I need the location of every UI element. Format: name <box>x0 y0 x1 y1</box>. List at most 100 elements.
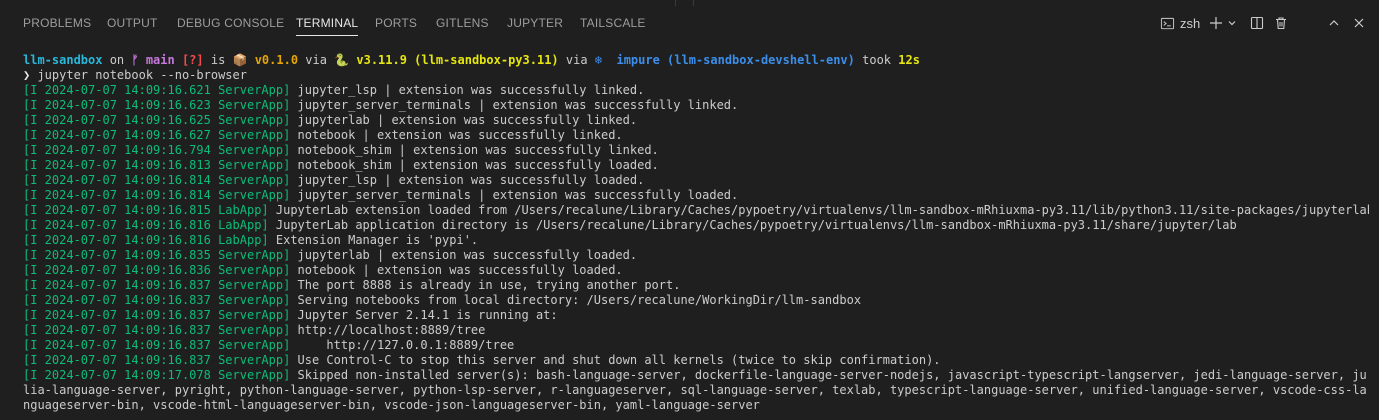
log-tag: [I 2024-07-07 14:09:16.814 ServerApp] <box>23 188 291 202</box>
nix-shell: impure (llm-sandbox-devshell-env) <box>602 53 855 67</box>
log-tag: [I 2024-07-07 14:09:17.078 ServerApp] <box>23 368 291 382</box>
log-line: [I 2024-07-07 14:09:16.621 ServerApp] ju… <box>23 83 1369 98</box>
split-terminal-button[interactable] <box>1248 12 1266 34</box>
tab-gitlens[interactable]: GITLENS <box>436 0 489 44</box>
prompt-text: took <box>854 53 899 67</box>
tab-jupyter[interactable]: JUPYTER <box>507 0 563 44</box>
tab-tailscale[interactable]: TAILSCALE <box>580 0 646 44</box>
log-tag: [I 2024-07-07 14:09:16.816 LabApp] <box>23 218 269 232</box>
log-message: JupyterLab application directory is /Use… <box>268 218 1237 232</box>
log-message: Use Control-C to stop this server and sh… <box>290 353 941 367</box>
log-tag: [I 2024-07-07 14:09:16.837 ServerApp] <box>23 338 291 352</box>
log-message: jupyterlab | extension was successfully … <box>290 113 638 127</box>
log-line: [I 2024-07-07 14:09:16.837 ServerApp] Se… <box>23 293 1369 308</box>
log-line: [I 2024-07-07 14:09:16.837 ServerApp] ht… <box>23 323 1369 338</box>
log-line: [I 2024-07-07 14:09:16.794 ServerApp] no… <box>23 143 1369 158</box>
log-message: Serving notebooks from local directory: … <box>290 293 862 307</box>
new-terminal-button[interactable] <box>1207 12 1225 34</box>
log-tag: [I 2024-07-07 14:09:16.814 ServerApp] <box>23 173 291 187</box>
tab-output[interactable]: OUTPUT <box>107 0 158 44</box>
panel-tab-bar: PROBLEMS OUTPUT DEBUG CONSOLE TERMINAL P… <box>0 0 1379 44</box>
terminal-output[interactable]: llm-sandbox on ᚠ main [?] is 📦 v0.1.0 vi… <box>23 53 1369 413</box>
log-tag: [I 2024-07-07 14:09:16.837 ServerApp] <box>23 293 291 307</box>
log-tag: [I 2024-07-07 14:09:16.623 ServerApp] <box>23 98 291 112</box>
tab-debug-console[interactable]: DEBUG CONSOLE <box>177 0 284 44</box>
command-text: jupyter notebook --no-browser <box>30 68 247 82</box>
command-duration: 12s <box>898 53 920 67</box>
log-message: notebook_shim | extension was successful… <box>290 143 659 157</box>
log-tag: [I 2024-07-07 14:09:16.816 LabApp] <box>23 233 269 247</box>
chevron-down-icon <box>1227 18 1237 28</box>
log-tag: [I 2024-07-07 14:09:16.837 ServerApp] <box>23 323 291 337</box>
terminal-icon <box>1160 16 1175 31</box>
git-branch-icon: ᚠ <box>131 53 139 67</box>
package-version: v0.1.0 <box>247 53 299 67</box>
log-message: The port 8888 is already in use, trying … <box>290 278 681 292</box>
log-line: [I 2024-07-07 14:09:16.627 ServerApp] no… <box>23 128 1369 143</box>
divider <box>693 0 694 6</box>
launch-profile-button[interactable] <box>1226 12 1238 34</box>
split-icon <box>1250 16 1264 30</box>
divider <box>675 0 676 6</box>
shell-prompt-line: llm-sandbox on ᚠ main [?] is 📦 v0.1.0 vi… <box>23 53 1369 68</box>
log-line: [I 2024-07-07 14:09:16.815 LabApp] Jupyt… <box>23 203 1369 218</box>
tab-problems[interactable]: PROBLEMS <box>23 0 91 44</box>
log-tag: [I 2024-07-07 14:09:16.813 ServerApp] <box>23 158 291 172</box>
tab-ports[interactable]: PORTS <box>375 0 417 44</box>
terminal-shell-selector[interactable]: zsh <box>1160 12 1204 34</box>
log-line: [I 2024-07-07 14:09:16.814 ServerApp] ju… <box>23 188 1369 203</box>
log-message: notebook | extension was successfully li… <box>290 128 623 142</box>
log-message: jupyter_lsp | extension was successfully… <box>290 83 645 97</box>
kill-terminal-button[interactable] <box>1272 12 1290 34</box>
package-icon: 📦 <box>232 53 248 67</box>
command-line: ❯ jupyter notebook --no-browser <box>23 68 1369 83</box>
log-line: [I 2024-07-07 14:09:16.836 ServerApp] no… <box>23 263 1369 278</box>
prompt-text: on <box>102 53 132 67</box>
git-branch: main <box>138 53 175 67</box>
log-message: notebook_shim | extension was successful… <box>290 158 659 172</box>
python-icon: 🐍 <box>334 53 350 67</box>
log-line: [I 2024-07-07 14:09:16.816 LabApp] Exten… <box>23 233 1369 248</box>
log-line: [I 2024-07-07 14:09:16.813 ServerApp] no… <box>23 158 1369 173</box>
log-line: [I 2024-07-07 14:09:16.837 ServerApp] Th… <box>23 278 1369 293</box>
log-line: [I 2024-07-07 14:09:16.835 ServerApp] ju… <box>23 248 1369 263</box>
log-message: jupyter_server_terminals | extension was… <box>290 188 739 202</box>
log-line: [I 2024-07-07 14:09:16.623 ServerApp] ju… <box>23 98 1369 113</box>
shell-label: zsh <box>1180 15 1201 31</box>
log-line: [I 2024-07-07 14:09:16.837 ServerApp] ht… <box>23 338 1369 353</box>
log-tag: [I 2024-07-07 14:09:16.621 ServerApp] <box>23 83 291 97</box>
log-tag: [I 2024-07-07 14:09:16.836 ServerApp] <box>23 263 291 277</box>
log-tag: [I 2024-07-07 14:09:16.837 ServerApp] <box>23 308 291 322</box>
log-line: [I 2024-07-07 14:09:16.814 ServerApp] ju… <box>23 173 1369 188</box>
prompt-directory: llm-sandbox <box>23 53 103 67</box>
prompt-text: via <box>558 53 595 67</box>
log-tag: [I 2024-07-07 14:09:16.794 ServerApp] <box>23 143 291 157</box>
git-status: [?] <box>174 53 204 67</box>
log-message: jupyterlab | extension was successfully … <box>290 248 638 262</box>
maximize-panel-button[interactable] <box>1325 12 1343 34</box>
server-url-link[interactable]: http://localhost:8889/tree <box>290 323 486 337</box>
log-tag: [I 2024-07-07 14:09:16.627 ServerApp] <box>23 128 291 142</box>
trash-icon <box>1274 16 1288 30</box>
chevron-up-icon <box>1328 17 1340 29</box>
log-line: [I 2024-07-07 14:09:16.837 ServerApp] Us… <box>23 353 1369 368</box>
prompt-text: via <box>298 53 335 67</box>
log-line: [I 2024-07-07 14:09:16.837 ServerApp] Ju… <box>23 308 1369 323</box>
log-line: [I 2024-07-07 14:09:16.625 ServerApp] ju… <box>23 113 1369 128</box>
close-panel-button[interactable] <box>1350 12 1368 34</box>
log-tag: [I 2024-07-07 14:09:16.625 ServerApp] <box>23 113 291 127</box>
nix-icon: ❄ <box>594 53 603 67</box>
log-tag: [I 2024-07-07 14:09:16.835 ServerApp] <box>23 248 291 262</box>
log-message: Extension Manager is 'pypi'. <box>268 233 479 247</box>
prompt-text: is <box>203 53 233 67</box>
log-tag: [I 2024-07-07 14:09:16.837 ServerApp] <box>23 278 291 292</box>
log-message: notebook | extension was successfully lo… <box>290 263 623 277</box>
log-line: [I 2024-07-07 14:09:17.078 ServerApp] Sk… <box>23 368 1369 413</box>
tab-terminal[interactable]: TERMINAL <box>296 0 359 44</box>
log-tag: [I 2024-07-07 14:09:16.815 LabApp] <box>23 203 269 217</box>
server-url-link[interactable]: http://127.0.0.1:8889/tree <box>290 338 514 352</box>
log-tag: [I 2024-07-07 14:09:16.837 ServerApp] <box>23 353 291 367</box>
log-message: JupyterLab extension loaded from /Users/… <box>268 203 1369 217</box>
log-message: jupyter_server_terminals | extension was… <box>290 98 739 112</box>
log-line: [I 2024-07-07 14:09:16.816 LabApp] Jupyt… <box>23 218 1369 233</box>
